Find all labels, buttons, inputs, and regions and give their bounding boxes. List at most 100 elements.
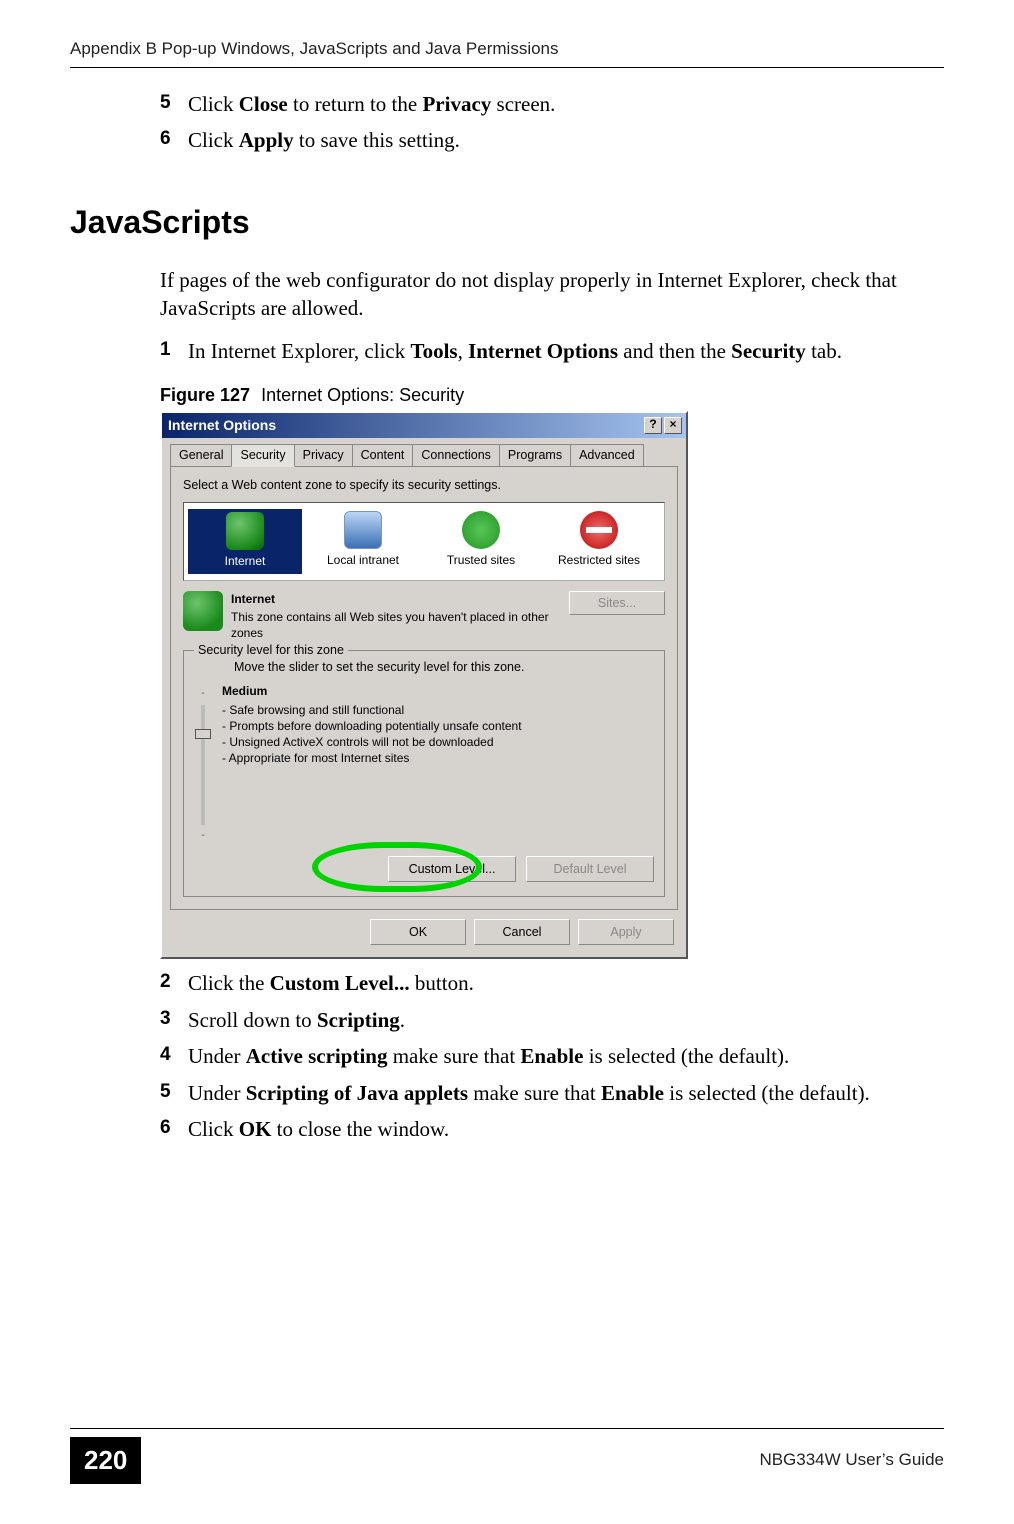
- step-bold: OK: [239, 1117, 272, 1141]
- guide-name: NBG334W User’s Guide: [759, 1449, 944, 1472]
- fieldset-legend: Security level for this zone: [194, 642, 348, 659]
- globe-icon: [183, 591, 223, 631]
- step-text: tab.: [806, 339, 842, 363]
- step-text: Click: [188, 1117, 239, 1141]
- zone-list[interactable]: Internet Local intranet Trusted sites Re…: [183, 502, 665, 581]
- step-bold: Scripting of Java applets: [246, 1081, 468, 1105]
- default-level-button: Default Level: [526, 856, 654, 882]
- intro-paragraph: If pages of the web configurator do not …: [160, 266, 944, 323]
- slider-area: - - Medium Safe browsing and still funct…: [194, 683, 654, 842]
- step-item: 6 Click Apply to save this setting.: [160, 126, 944, 154]
- step-text: to return to the: [288, 92, 423, 116]
- step-text: Scroll down to: [188, 1008, 317, 1032]
- level-bullet: Appropriate for most Internet sites: [222, 750, 522, 766]
- zone-trusted-sites[interactable]: Trusted sites: [424, 509, 538, 574]
- tab-security[interactable]: Security: [231, 444, 294, 467]
- step-item: 2 Click the Custom Level... button.: [160, 969, 944, 997]
- cancel-button[interactable]: Cancel: [474, 919, 570, 945]
- step-text: is selected (the default).: [583, 1044, 789, 1068]
- step-number: 6: [160, 1115, 171, 1141]
- tab-content[interactable]: Content: [352, 444, 414, 467]
- step-bold: Internet Options: [468, 339, 618, 363]
- tab-general[interactable]: General: [170, 444, 232, 467]
- internet-options-dialog: Internet Options ? × General Security Pr…: [160, 411, 688, 959]
- zone-internet[interactable]: Internet: [188, 509, 302, 574]
- zone-description-text: Internet This zone contains all Web site…: [231, 591, 561, 642]
- step-text: Click: [188, 92, 239, 116]
- titlebar-buttons: ? ×: [644, 417, 682, 434]
- step-text: .: [400, 1008, 405, 1032]
- slider-tick: -: [201, 687, 204, 701]
- tab-advanced[interactable]: Advanced: [570, 444, 644, 467]
- step-text: to save this setting.: [294, 128, 460, 152]
- step-number: 5: [160, 90, 171, 116]
- page-content: 5 Click Close to return to the Privacy s…: [70, 90, 944, 1151]
- step-item: 5 Click Close to return to the Privacy s…: [160, 90, 944, 118]
- help-button[interactable]: ?: [644, 417, 662, 434]
- step-number: 3: [160, 1006, 171, 1032]
- zone-label: Local intranet: [308, 552, 418, 568]
- level-bullets: Safe browsing and still functional Promp…: [222, 702, 522, 767]
- tab-privacy[interactable]: Privacy: [294, 444, 353, 467]
- zone-label: Internet: [191, 553, 299, 569]
- security-slider[interactable]: - -: [194, 683, 212, 842]
- step-list-1: 1 In Internet Explorer, click Tools, Int…: [160, 337, 944, 365]
- zone-name: Internet: [231, 591, 561, 607]
- level-name: Medium: [222, 683, 522, 699]
- close-button[interactable]: ×: [664, 417, 682, 434]
- step-number: 5: [160, 1079, 171, 1105]
- step-text: Click the: [188, 971, 270, 995]
- section-heading: JavaScripts: [70, 201, 944, 244]
- dialog-titlebar[interactable]: Internet Options ? ×: [162, 413, 686, 438]
- figure-screenshot: Internet Options ? × General Security Pr…: [160, 411, 944, 959]
- step-bold: Active scripting: [246, 1044, 388, 1068]
- zone-description: Internet This zone contains all Web site…: [183, 591, 665, 642]
- tab-programs[interactable]: Programs: [499, 444, 571, 467]
- tab-connections[interactable]: Connections: [412, 444, 500, 467]
- slider-rail[interactable]: [201, 705, 205, 825]
- level-button-row: Custom Level... Default Level: [194, 856, 654, 882]
- slider-thumb[interactable]: [195, 729, 211, 739]
- step-bold: Close: [239, 92, 288, 116]
- step-text: is selected (the default).: [664, 1081, 870, 1105]
- zone-desc-body: This zone contains all Web sites you hav…: [231, 609, 561, 641]
- ok-button[interactable]: OK: [370, 919, 466, 945]
- sites-button: Sites...: [569, 591, 665, 615]
- step-text: Under: [188, 1081, 246, 1105]
- dialog-title: Internet Options: [168, 416, 276, 435]
- step-text: Under: [188, 1044, 246, 1068]
- step-bold: Security: [731, 339, 806, 363]
- step-text: make sure that: [387, 1044, 520, 1068]
- step-bold: Custom Level...: [270, 971, 410, 995]
- step-bold: Scripting: [317, 1008, 400, 1032]
- step-text: In Internet Explorer, click: [188, 339, 410, 363]
- step-text: Click: [188, 128, 239, 152]
- step-item: 3 Scroll down to Scripting.: [160, 1006, 944, 1034]
- zone-restricted-sites[interactable]: Restricted sites: [542, 509, 656, 574]
- slider-tick: -: [201, 829, 204, 843]
- tab-panel-security: Select a Web content zone to specify its…: [170, 466, 678, 911]
- step-text: button.: [410, 971, 474, 995]
- check-icon: [462, 511, 500, 549]
- pre-step-list: 5 Click Close to return to the Privacy s…: [160, 90, 944, 155]
- step-number: 2: [160, 969, 171, 995]
- custom-level-button[interactable]: Custom Level...: [388, 856, 516, 882]
- figure-caption: Figure 127 Internet Options: Security: [160, 383, 944, 407]
- page-footer: 220 NBG334W User’s Guide: [70, 1428, 944, 1484]
- step-item: 1 In Internet Explorer, click Tools, Int…: [160, 337, 944, 365]
- zone-local-intranet[interactable]: Local intranet: [306, 509, 420, 574]
- step-item: 6 Click OK to close the window.: [160, 1115, 944, 1143]
- zone-instruction: Select a Web content zone to specify its…: [183, 477, 665, 494]
- step-item: 4 Under Active scripting make sure that …: [160, 1042, 944, 1070]
- running-header: Appendix B Pop-up Windows, JavaScripts a…: [70, 38, 944, 68]
- security-level-fieldset: Security level for this zone Move the sl…: [183, 650, 665, 898]
- zone-label: Trusted sites: [426, 552, 536, 568]
- step-text: and then the: [618, 339, 731, 363]
- tab-strip: General Security Privacy Content Connect…: [170, 444, 678, 467]
- level-bullet: Prompts before downloading potentially u…: [222, 718, 522, 734]
- step-bold: Apply: [239, 128, 294, 152]
- restricted-icon: [580, 511, 618, 549]
- step-number: 6: [160, 126, 171, 152]
- level-bullet: Unsigned ActiveX controls will not be do…: [222, 734, 522, 750]
- step-text: ,: [458, 339, 469, 363]
